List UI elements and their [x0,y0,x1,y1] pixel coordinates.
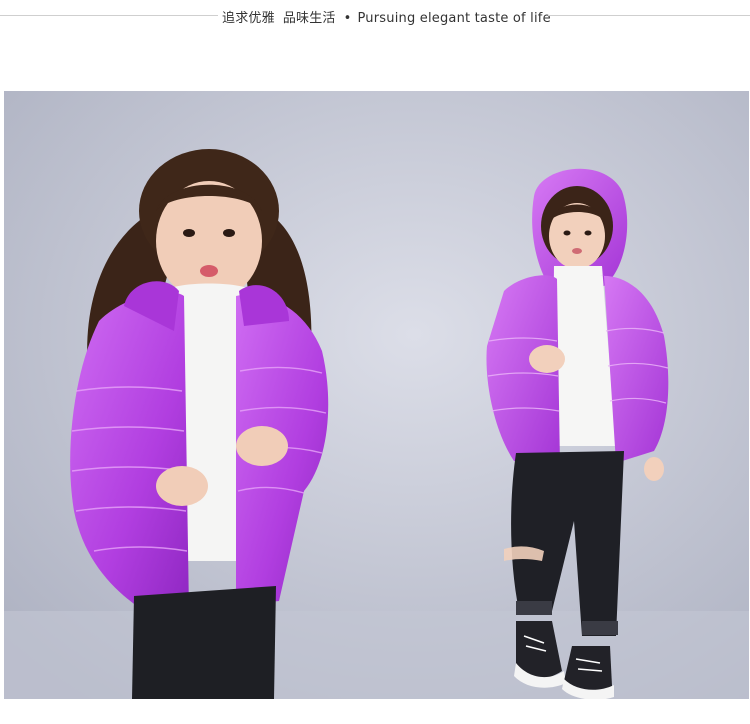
header-rule-right [548,15,750,16]
header-banner: 追求优雅 品味生活 • Pursuing elegant taste of life [0,0,750,40]
tagline-zh-2: 品味生活 [282,11,336,26]
tagline-bullet: • [343,11,352,26]
tagline-en: Pursuing elegant taste of life [357,11,551,26]
product-photo-illustration [4,91,749,699]
header-tagline: 追求优雅 品味生活 • Pursuing elegant taste of life [222,7,551,26]
photo-floor [4,611,749,699]
product-photo [4,91,749,699]
tagline-zh-1: 追求优雅 [222,11,275,26]
header-rule-left [0,15,218,16]
